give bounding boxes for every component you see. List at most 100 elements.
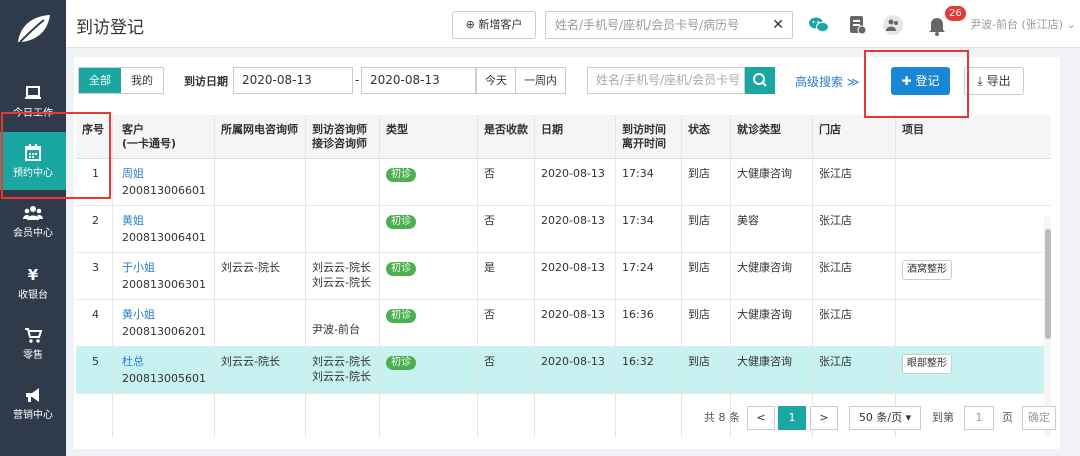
global-search-input[interactable]: 姓名/手机号/座机/会员卡号/病历号 ✕ bbox=[545, 11, 793, 39]
col-header-date: 日期 bbox=[541, 123, 563, 136]
store: 张江店 bbox=[819, 355, 852, 368]
clear-icon[interactable]: ✕ bbox=[772, 12, 784, 38]
sidebar: 今日工作 预约中心 会员中心 ¥ 收银台 零售 营销中心 bbox=[0, 0, 66, 456]
sidebar-item-today[interactable]: 今日工作 bbox=[0, 72, 66, 130]
customer-name-link[interactable]: 周姐 bbox=[122, 167, 144, 181]
visit-consultant: 刘云云-院长 bbox=[312, 261, 371, 274]
table-row[interactable]: 2 黄姐 200813006401 初诊 否 2020-08-13 17:34 … bbox=[76, 206, 1051, 253]
export-button[interactable]: ⤓ 导出 bbox=[964, 67, 1024, 95]
prev-page-button[interactable]: < bbox=[747, 406, 775, 430]
new-customer-button[interactable]: ⊕ 新增客户 bbox=[452, 11, 536, 39]
table-row-selected[interactable]: 5 杜总 200813005601 刘云云-院长 刘云云-院长 刘云云-院长 初… bbox=[76, 347, 1051, 394]
paid-status: 否 bbox=[484, 167, 495, 180]
card-number: 200813006201 bbox=[122, 325, 206, 338]
visit-type: 大健康咨询 bbox=[737, 308, 792, 321]
sidebar-item-label: 收银台 bbox=[18, 290, 48, 301]
next-page-button[interactable]: > bbox=[810, 406, 838, 430]
bell-icon[interactable] bbox=[926, 14, 948, 36]
plus-circle-icon: ⊕ bbox=[465, 18, 475, 31]
goto-page-input[interactable]: 1 bbox=[964, 406, 994, 430]
net-consultant: 刘云云-院长 bbox=[221, 355, 280, 368]
store: 张江店 bbox=[819, 167, 852, 180]
search-button[interactable] bbox=[745, 67, 775, 94]
table-row[interactable]: 3 于小姐 200813006301 刘云云-院长 刘云云-院长 刘云云-院长 … bbox=[76, 253, 1051, 300]
row-no: 1 bbox=[92, 167, 99, 180]
table-row[interactable]: 1 周姐 200813006601 初诊 否 2020-08-13 17:34 … bbox=[76, 159, 1051, 206]
top-bar: 到访登记 ⊕ 新增客户 姓名/手机号/座机/会员卡号/病历号 ✕ 26 尹波-前… bbox=[66, 0, 1080, 48]
col-header-project: 项目 bbox=[902, 123, 924, 136]
vertical-scrollbar[interactable] bbox=[1044, 217, 1051, 437]
date-to-input[interactable]: 2020-08-13 bbox=[361, 67, 476, 94]
store: 张江店 bbox=[819, 261, 852, 274]
week-button[interactable]: 一周内 bbox=[516, 68, 565, 93]
megaphone-icon bbox=[0, 384, 66, 406]
tab-mine[interactable]: 我的 bbox=[121, 68, 163, 93]
advanced-search-link[interactable]: 高级搜索 ≫ bbox=[795, 73, 859, 90]
users-settings-icon[interactable] bbox=[882, 14, 904, 36]
row-no: 3 bbox=[92, 261, 99, 274]
sidebar-item-retail[interactable]: 零售 bbox=[0, 314, 66, 372]
date-from-input[interactable]: 2020-08-13 bbox=[233, 67, 353, 94]
project-tag[interactable]: 酒窝整形 bbox=[902, 260, 952, 280]
project-tag[interactable]: 眼部整形 bbox=[902, 354, 952, 374]
paid-status: 否 bbox=[484, 214, 495, 227]
sidebar-item-label: 营销中心 bbox=[13, 410, 53, 421]
paid-status: 否 bbox=[484, 355, 495, 368]
customer-search-input[interactable]: 姓名/手机号/座机/会员卡号 bbox=[587, 67, 745, 94]
card-number: 200813006401 bbox=[122, 231, 206, 244]
page-unit: 页 bbox=[1002, 411, 1013, 424]
register-button[interactable]: ✚ 登记 bbox=[891, 67, 950, 95]
confirm-button[interactable]: 确定 bbox=[1022, 406, 1056, 430]
visit-status: 到店 bbox=[688, 355, 710, 368]
col-header-customer: 客户 (一卡通号) bbox=[122, 123, 177, 150]
col-header-paid: 是否收款 bbox=[484, 123, 528, 136]
page-size-select[interactable]: 50 条/页 ▾ bbox=[849, 406, 921, 430]
customer-name-link[interactable]: 于小姐 bbox=[122, 261, 155, 275]
store: 张江店 bbox=[819, 308, 852, 321]
wechat-icon[interactable] bbox=[808, 14, 830, 36]
col-header-net-consultant: 所属网电咨询师 bbox=[221, 123, 298, 136]
user-menu[interactable]: 尹波-前台 (张江店) ⌄ bbox=[970, 16, 1076, 32]
col-header-status: 状态 bbox=[688, 123, 710, 136]
tab-all[interactable]: 全部 bbox=[79, 68, 121, 93]
card-number: 200813006301 bbox=[122, 278, 206, 291]
column-divider bbox=[305, 115, 306, 437]
customer-name-link[interactable]: 黄小姐 bbox=[122, 308, 155, 322]
type-badge: 初诊 bbox=[386, 356, 416, 370]
visit-type: 大健康咨询 bbox=[737, 261, 792, 274]
table-row[interactable]: 4 黄小姐 200813006201 尹波-前台 初诊 否 2020-08-13… bbox=[76, 300, 1051, 347]
type-badge: 初诊 bbox=[386, 168, 416, 182]
visit-type: 大健康咨询 bbox=[737, 167, 792, 180]
visit-date: 2020-08-13 bbox=[541, 261, 605, 274]
sidebar-item-cashier[interactable]: ¥ 收银台 bbox=[0, 254, 66, 312]
sidebar-item-label: 今日工作 bbox=[13, 108, 53, 119]
col-header-visit-type: 就诊类型 bbox=[737, 123, 781, 136]
scroll-thumb[interactable] bbox=[1045, 229, 1051, 339]
filter-tabs: 全部 我的 bbox=[78, 67, 164, 94]
column-divider bbox=[214, 115, 215, 437]
column-divider bbox=[812, 115, 813, 437]
users-icon bbox=[0, 202, 66, 224]
col-header-store: 门店 bbox=[819, 123, 841, 136]
document-icon[interactable] bbox=[846, 14, 868, 36]
calendar-icon bbox=[0, 142, 66, 164]
page-button-current[interactable]: 1 bbox=[778, 406, 806, 430]
customer-name-link[interactable]: 黄姐 bbox=[122, 214, 144, 228]
sidebar-item-members[interactable]: 会员中心 bbox=[0, 192, 66, 250]
type-badge: 初诊 bbox=[386, 309, 416, 323]
reception-consultant: 刘云云-院长 bbox=[312, 276, 371, 289]
search-icon bbox=[753, 73, 767, 87]
sidebar-item-appointments[interactable]: 预约中心 bbox=[0, 132, 66, 190]
column-divider bbox=[112, 115, 113, 437]
double-chevron-down-icon: ≫ bbox=[846, 75, 860, 89]
row-no: 2 bbox=[92, 214, 99, 227]
col-header-time: 到访时间 离开时间 bbox=[622, 123, 666, 150]
sidebar-item-label: 预约中心 bbox=[13, 168, 53, 179]
customer-name-link[interactable]: 杜总 bbox=[122, 355, 144, 369]
download-icon: ⤓ bbox=[977, 74, 983, 88]
today-button[interactable]: 今天 bbox=[477, 68, 516, 93]
column-divider bbox=[681, 115, 682, 437]
sidebar-item-marketing[interactable]: 营销中心 bbox=[0, 374, 66, 432]
page-title: 到访登记 bbox=[76, 18, 144, 38]
yen-icon: ¥ bbox=[27, 266, 39, 284]
